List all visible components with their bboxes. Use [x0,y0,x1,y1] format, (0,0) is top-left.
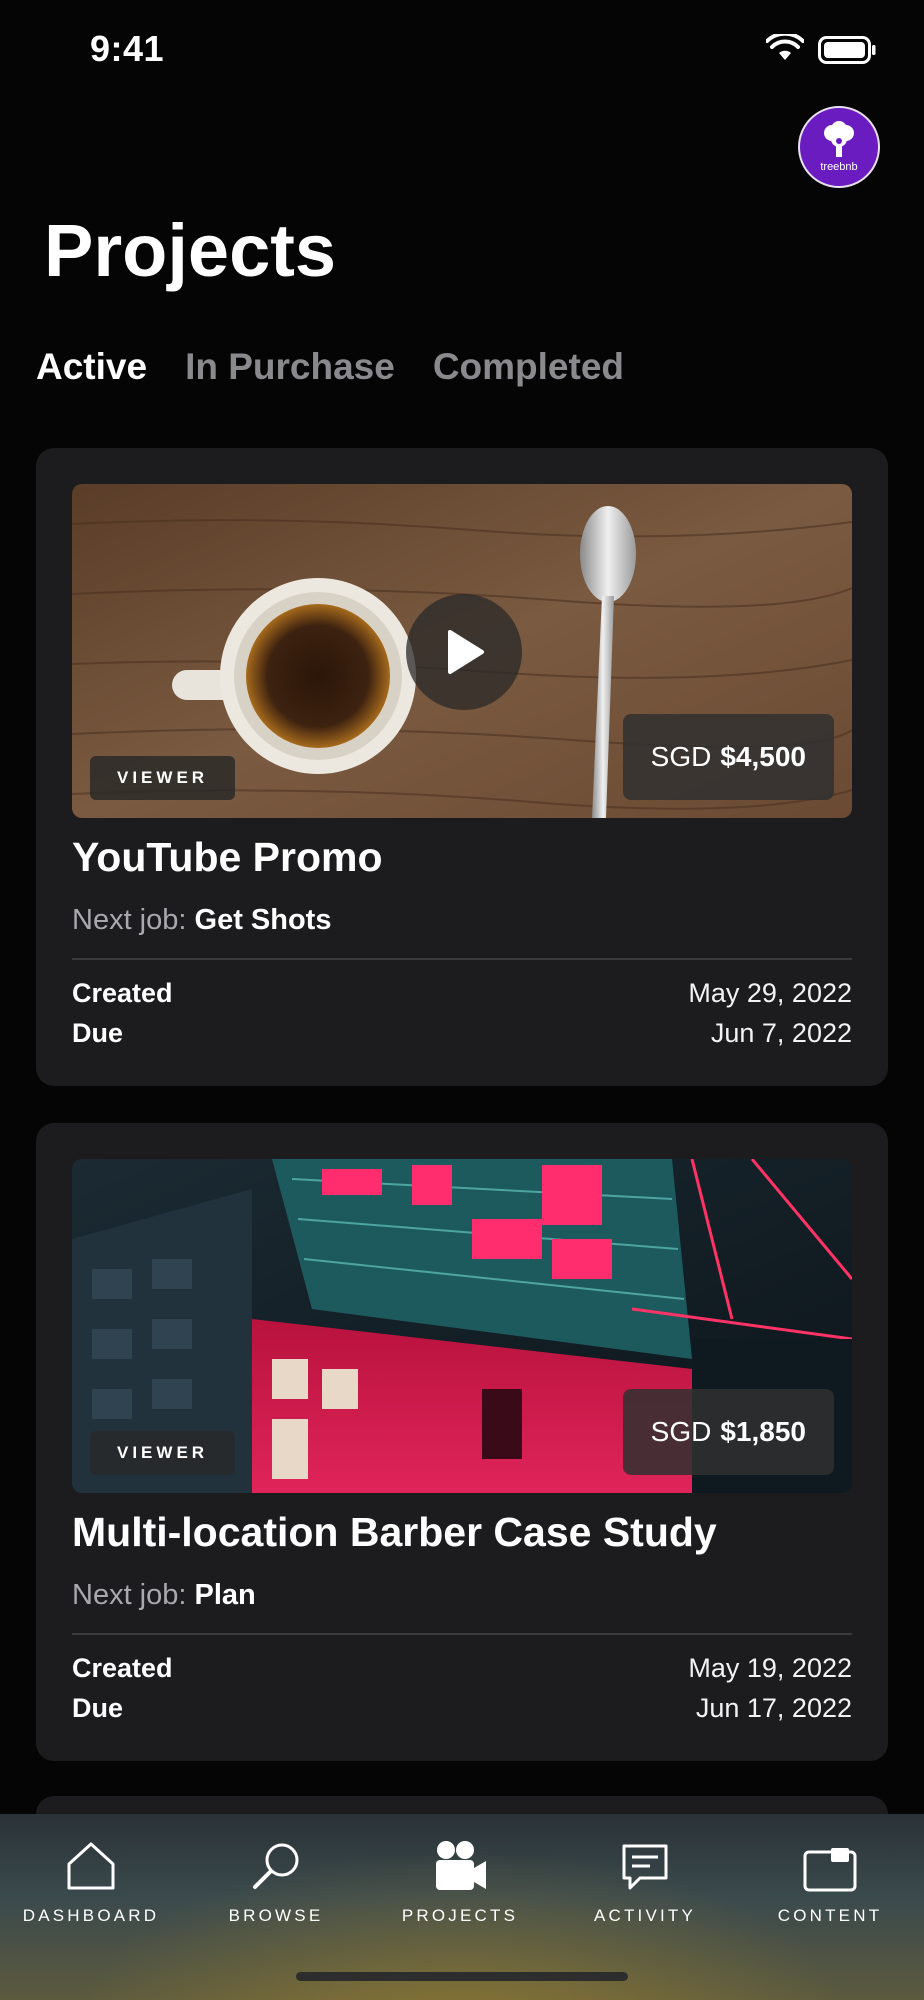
avatar[interactable]: treebnb [798,106,880,188]
nav-label: DASHBOARD [22,1906,160,1925]
due-row: Due Jun 7, 2022 [72,1018,852,1049]
home-icon [67,1842,115,1890]
next-job-name: Plan [194,1579,256,1611]
media-folder-icon [803,1848,857,1892]
tree-logo-icon [824,121,854,157]
avatar-brand-text: treebnb [820,161,858,173]
status-bar: 9:41 [0,0,924,100]
role-badge: VIEWER [90,1431,236,1475]
due-date: Jun 17, 2022 [695,1693,852,1723]
due-date: Jun 7, 2022 [710,1018,852,1048]
nav-activity[interactable]: ACTIVITY [555,1828,735,1926]
price-amount: $1,850 [720,1416,806,1447]
price-badge: SGD $4,500 [622,714,834,800]
home-indicator [296,1972,628,1981]
nav-projects[interactable]: PROJECTS [370,1828,550,1926]
project-title[interactable]: Multi-location Barber Case Study [72,1509,717,1556]
status-time: 9:41 [90,28,165,69]
created-row: Created May 19, 2022 [72,1653,852,1684]
divider [72,958,852,960]
divider [72,1633,852,1635]
due-label: Due [72,1018,124,1048]
next-job: Next job: Plan [72,1579,256,1612]
next-job-label: Next job: [72,1579,187,1611]
nav-label: BROWSE [228,1906,324,1925]
price-amount: $4,500 [720,741,806,772]
nav-label: PROJECTS [401,1906,519,1925]
next-job-name: Get Shots [194,904,332,936]
page-title: Projects [44,209,337,292]
play-button[interactable] [406,594,522,710]
project-title[interactable]: YouTube Promo [72,834,383,881]
project-thumbnail[interactable]: VIEWER SGD $1,850 [72,1159,852,1493]
project-tabs: Active In Purchase Completed [36,346,624,388]
nav-label: CONTENT [777,1906,883,1925]
nav-dashboard[interactable]: DASHBOARD [1,1828,181,1926]
nav-content[interactable]: CONTENT [740,1828,920,1926]
role-badge: VIEWER [90,756,236,800]
tab-in-purchase[interactable]: In Purchase [185,346,395,388]
price-currency: SGD [650,741,712,772]
message-icon [622,1844,668,1890]
nav-label: ACTIVITY [593,1906,697,1925]
created-date: May 19, 2022 [688,1653,852,1683]
price-badge: SGD $1,850 [622,1389,834,1475]
created-row: Created May 29, 2022 [72,978,852,1009]
play-icon [448,630,484,674]
project-card[interactable]: VIEWER SGD $4,500 YouTube Promo Next job… [36,448,888,1086]
created-label: Created [72,978,173,1008]
next-job-label: Next job: [72,904,187,936]
tab-active[interactable]: Active [36,346,147,388]
due-label: Due [72,1693,124,1723]
wifi-icon [766,34,804,60]
project-thumbnail[interactable]: VIEWER SGD $4,500 [72,484,852,818]
tab-completed[interactable]: Completed [433,346,624,388]
created-label: Created [72,1653,173,1683]
nav-browse[interactable]: BROWSE [186,1828,366,1926]
project-card[interactable]: VIEWER SGD $1,850 Multi-location Barber … [36,1123,888,1761]
next-job: Next job: Get Shots [72,904,331,937]
created-date: May 29, 2022 [688,978,852,1008]
price-currency: SGD [650,1416,712,1447]
battery-icon [818,36,876,64]
video-camera-icon [436,1841,486,1890]
due-row: Due Jun 17, 2022 [72,1693,852,1724]
search-icon [253,1843,299,1889]
